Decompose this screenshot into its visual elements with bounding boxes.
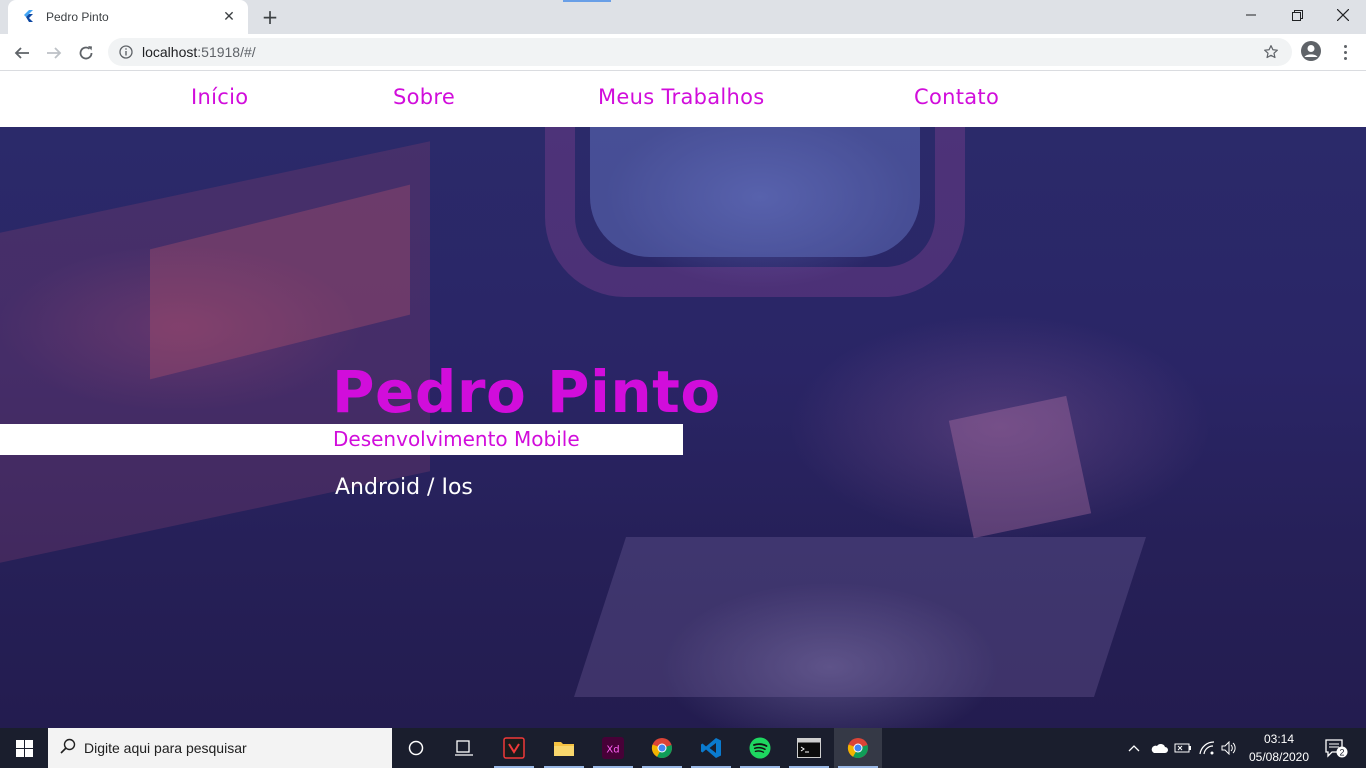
file-explorer-icon[interactable] bbox=[540, 728, 588, 768]
flutter-icon bbox=[20, 9, 36, 25]
reload-icon[interactable] bbox=[72, 39, 100, 67]
notification-count: 2 bbox=[1339, 748, 1344, 758]
terminal-icon[interactable] bbox=[785, 728, 833, 768]
xd-label: Xd bbox=[606, 745, 619, 756]
vscode-icon[interactable] bbox=[687, 728, 735, 768]
hero-subtitle: Desenvolvimento Mobile bbox=[333, 427, 580, 451]
chrome-icon[interactable] bbox=[834, 728, 882, 768]
vivaldi-icon[interactable] bbox=[490, 728, 538, 768]
search-icon bbox=[60, 738, 76, 758]
nav-link-meus-trabalhos[interactable]: Meus Trabalhos bbox=[598, 85, 765, 109]
minimize-icon[interactable] bbox=[1228, 0, 1274, 30]
tab-strip-indicator bbox=[563, 0, 611, 2]
browser-titlebar: Pedro Pinto ✕ + bbox=[0, 0, 1366, 34]
task-view-icon[interactable] bbox=[440, 728, 488, 768]
forward-icon[interactable] bbox=[40, 39, 68, 67]
nav-link-contato[interactable]: Contato bbox=[914, 85, 999, 109]
hero-name: Pedro Pinto bbox=[332, 358, 721, 426]
battery-icon[interactable] bbox=[1172, 728, 1194, 768]
browser-toolbar: localhost:51918/#/ bbox=[0, 34, 1366, 71]
hero-bg-shape bbox=[948, 395, 1092, 539]
chrome-icon[interactable] bbox=[638, 728, 686, 768]
maximize-icon[interactable] bbox=[1274, 0, 1320, 30]
site-nav: Início Sobre Meus Trabalhos Contato bbox=[0, 71, 1366, 127]
tab-title: Pedro Pinto bbox=[46, 10, 109, 24]
taskbar: Digite aqui para pesquisar Xd 03:14 05/0… bbox=[0, 728, 1366, 768]
chevron-up-icon[interactable] bbox=[1124, 728, 1144, 768]
info-icon[interactable] bbox=[118, 44, 134, 60]
star-icon[interactable] bbox=[1262, 43, 1280, 61]
account-icon[interactable] bbox=[1300, 40, 1324, 64]
hero-section: Pedro Pinto Desenvolvimento Mobile Andro… bbox=[0, 127, 1366, 728]
cortana-icon[interactable] bbox=[392, 728, 440, 768]
volume-icon[interactable] bbox=[1218, 728, 1240, 768]
wifi-icon[interactable] bbox=[1196, 728, 1218, 768]
address-bar[interactable]: localhost:51918/#/ bbox=[108, 38, 1292, 66]
close-window-icon[interactable] bbox=[1320, 0, 1366, 30]
taskbar-clock[interactable]: 03:14 05/08/2020 bbox=[1244, 730, 1314, 766]
menu-icon[interactable] bbox=[1335, 40, 1355, 64]
windows-start-icon[interactable] bbox=[0, 728, 48, 768]
taskbar-search[interactable]: Digite aqui para pesquisar bbox=[48, 728, 392, 768]
browser-tab[interactable]: Pedro Pinto ✕ bbox=[8, 0, 248, 34]
hero-bg-shape bbox=[590, 127, 920, 257]
adobe-xd-icon[interactable]: Xd bbox=[589, 728, 637, 768]
url-host: localhost bbox=[142, 44, 198, 60]
onedrive-icon[interactable] bbox=[1148, 728, 1170, 768]
web-page: Início Sobre Meus Trabalhos Contato Pedr… bbox=[0, 71, 1366, 728]
search-placeholder: Digite aqui para pesquisar bbox=[84, 740, 247, 756]
back-icon[interactable] bbox=[8, 39, 36, 67]
plus-icon[interactable]: + bbox=[258, 6, 282, 28]
spotify-icon[interactable] bbox=[736, 728, 784, 768]
nav-link-sobre[interactable]: Sobre bbox=[393, 85, 455, 109]
close-icon[interactable]: ✕ bbox=[220, 8, 238, 26]
clock-date: 05/08/2020 bbox=[1248, 750, 1310, 764]
hero-bg-shape bbox=[574, 537, 1146, 697]
nav-link-inicio[interactable]: Início bbox=[191, 85, 248, 109]
url-path: :51918/#/ bbox=[197, 44, 256, 60]
clock-time: 03:14 bbox=[1263, 732, 1295, 746]
hero-platforms: Android / Ios bbox=[335, 475, 473, 500]
notification-icon[interactable]: 2 bbox=[1318, 728, 1354, 768]
